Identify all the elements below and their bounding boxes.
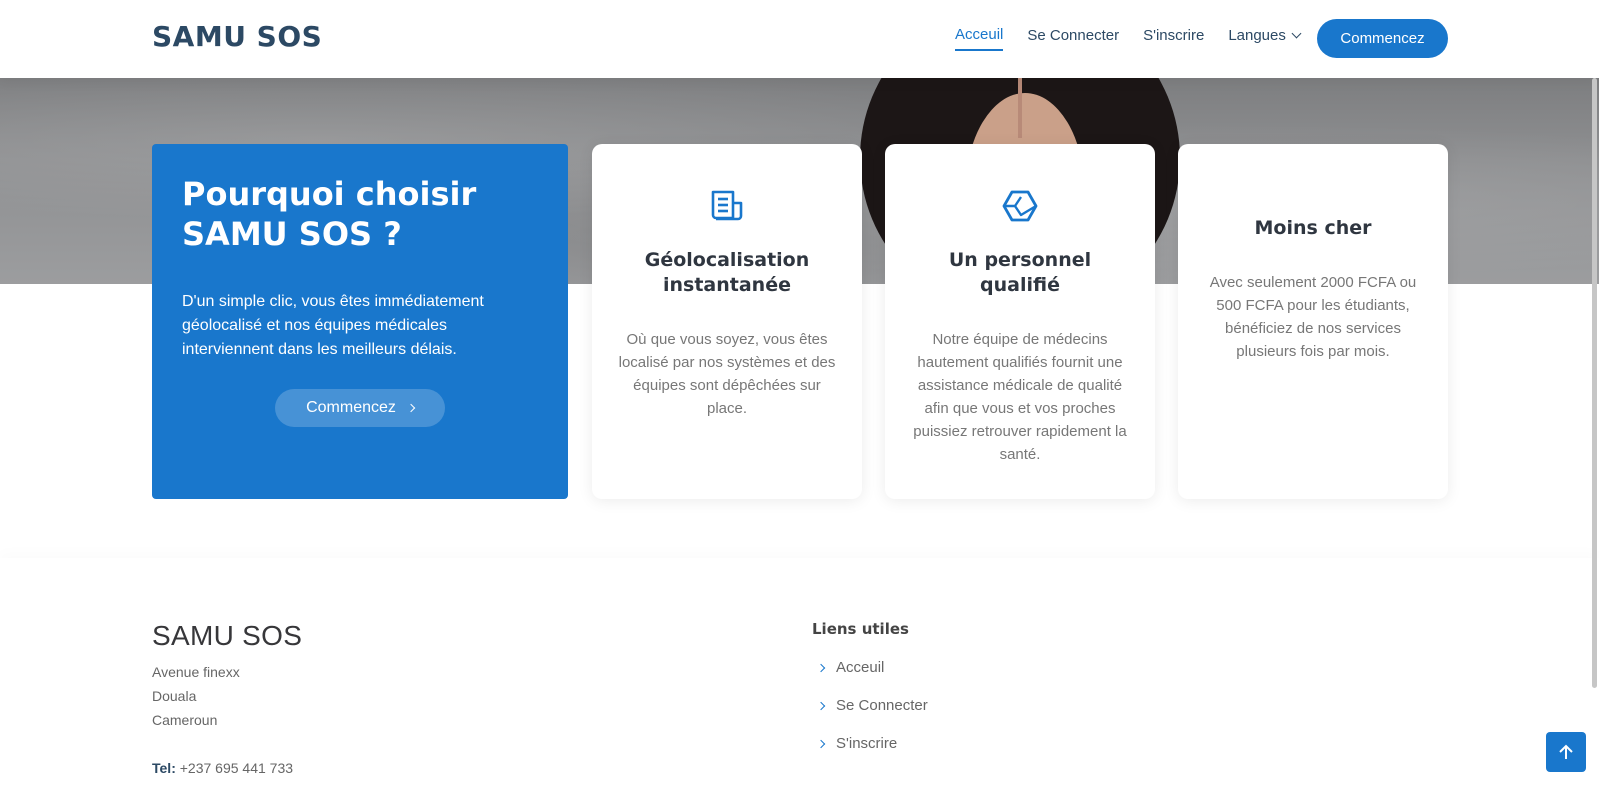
footer-link-sinscrire[interactable]: S'inscrire [812,735,897,752]
why-text: D'un simple clic, vous êtes immédiatemen… [182,293,484,358]
hero-photo-part [1018,78,1022,138]
chevron-right-icon [406,403,416,413]
arrow-up-icon [1559,744,1573,759]
card-text: Notre équipe de médecins hautement quali… [913,331,1127,463]
feature-card-moins-cher: Moins cher Avec seulement 2000 FCFA ou 5… [1178,144,1448,499]
why-button-label: Commencez [306,399,396,416]
why-title: Pourquoi choisir SAMU SOS ? [182,175,477,253]
hexagon-icon [1000,186,1040,226]
why-commencez-button[interactable]: Commencez [275,389,445,427]
nav-sinscrire[interactable]: S'inscrire [1143,27,1204,50]
footer-title: SAMU SOS [152,620,303,651]
feature-card-personnel: Un personnel qualifié Notre équipe de mé… [885,144,1155,499]
chevron-down-icon [1291,28,1302,38]
footer-tel-label: Tel: [152,760,176,776]
footer-tel: Tel: +237 695 441 733 [152,760,293,776]
nav-langues-label: Langues [1228,27,1286,44]
footer-link-label: Acceuil [836,659,885,676]
footer-link-label: Se Connecter [836,697,928,714]
card-text: Avec seulement 2000 FCFA ou 500 FCFA pou… [1209,274,1417,360]
back-to-top-button[interactable] [1546,732,1586,772]
nav-acceuil[interactable]: Acceuil [955,26,1004,51]
footer-address-line: Avenue finexx [152,664,240,680]
card-title: Moins cher [1254,217,1372,239]
footer-link-acceuil[interactable]: Acceuil [812,659,884,676]
feature-card-geolocalisation: Géolocalisation instantanée Où que vous … [592,144,862,499]
chevron-right-icon [816,739,826,748]
why-box: Pourquoi choisir SAMU SOS ? D'un simple … [152,144,568,499]
footer-address-line: Cameroun [152,712,218,728]
nav-langues[interactable]: Langues [1228,27,1302,50]
main-nav: Acceuil Se Connecter S'inscrire Langues [955,26,1324,51]
site-logo[interactable]: SAMU SOS [152,20,322,53]
footer-link-label: S'inscrire [836,735,898,752]
footer-link-se-connecter[interactable]: Se Connecter [812,697,928,714]
document-icon [707,186,747,226]
footer-tel-number: +237 695 441 733 [179,760,294,776]
footer-links-title: Liens utiles [812,620,909,638]
card-text: Où que vous soyez, vous êtes localisé pa… [618,331,836,417]
site-header: SAMU SOS Acceuil Se Connecter S'inscrire… [0,0,1599,78]
site-footer: SAMU SOS Avenue finexx Douala Cameroun T… [0,558,1599,786]
card-title: Un personnel qualifié [948,249,1092,296]
header-commencez-button[interactable]: Commencez [1317,19,1448,58]
nav-se-connecter[interactable]: Se Connecter [1027,27,1119,50]
footer-address-line: Douala [152,688,197,704]
page-scrollbar[interactable] [1592,78,1597,688]
card-title: Géolocalisation instantanée [644,249,810,296]
chevron-right-icon [816,701,826,710]
chevron-right-icon [816,663,826,672]
